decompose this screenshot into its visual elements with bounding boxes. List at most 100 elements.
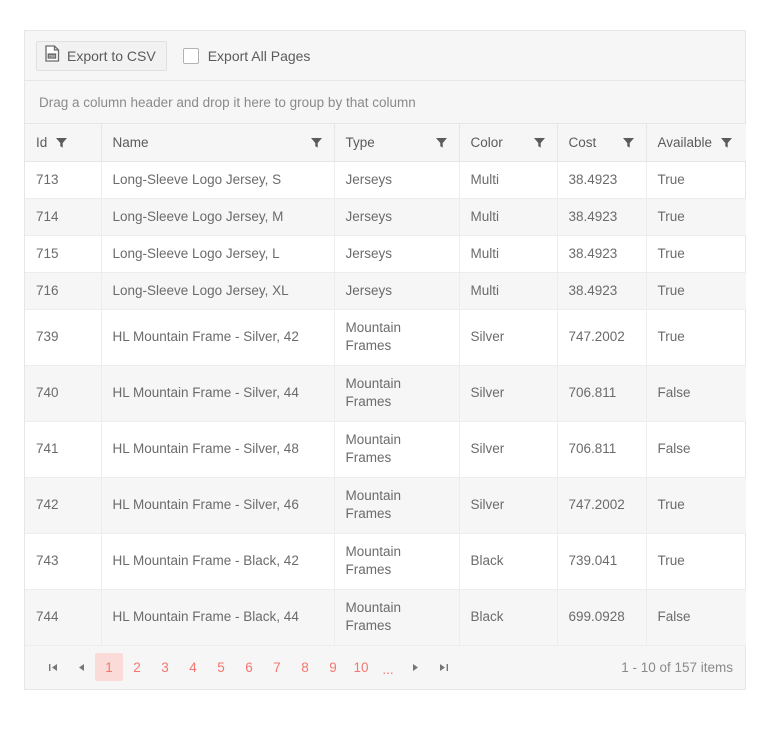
column-header-name-label: Name — [112, 134, 149, 150]
cell-name: HL Mountain Frame - Black, 44 — [101, 589, 335, 646]
grid-table: Id Name Type Color Cost Available 713 Lo… — [25, 124, 746, 646]
cell-id: 740 — [25, 365, 102, 422]
cell-available: True — [646, 235, 746, 273]
cell-name: HL Mountain Frame - Silver, 42 — [101, 309, 335, 366]
group-by-drop-panel[interactable]: Drag a column header and drop it here to… — [25, 81, 745, 124]
export-all-pages-checkbox[interactable] — [182, 47, 199, 64]
column-header-type[interactable]: Type — [334, 124, 460, 162]
cell-cost: 699.0928 — [557, 589, 647, 646]
cell-available: True — [646, 309, 746, 366]
column-header-color-label: Color — [470, 134, 503, 150]
page-button-1[interactable]: 1 — [95, 653, 123, 681]
column-header-name[interactable]: Name — [101, 124, 335, 162]
table-row[interactable]: 743 HL Mountain Frame - Black, 42 Mountain… — [25, 533, 746, 590]
cell-cost: 747.2002 — [557, 477, 647, 534]
cell-name: HL Mountain Frame - Silver, 44 — [101, 365, 335, 422]
cell-type: Jerseys — [334, 161, 460, 199]
column-header-type-label: Type — [345, 134, 375, 150]
page-button-6[interactable]: 6 — [235, 653, 263, 681]
table-row[interactable]: 714 Long-Sleeve Logo Jersey, M Jerseys Mult… — [25, 198, 746, 236]
go-to-last-page-icon[interactable] — [429, 653, 457, 681]
table-row[interactable]: 744 HL Mountain Frame - Black, 44 Mountain… — [25, 589, 746, 646]
export-to-csv-label: Export to CSV — [67, 47, 156, 64]
page-button-10[interactable]: 10 — [347, 653, 375, 681]
cell-color: Multi — [459, 272, 558, 310]
export-all-pages-text: Export All Pages — [207, 47, 311, 64]
go-to-first-page-icon[interactable] — [39, 653, 67, 681]
svg-text:csv: csv — [49, 54, 56, 59]
cell-name: Long-Sleeve Logo Jersey, S — [101, 161, 335, 199]
cell-id: 716 — [25, 272, 102, 310]
filter-icon-name[interactable] — [309, 134, 325, 150]
page-button-4[interactable]: 4 — [179, 653, 207, 681]
page-button-7[interactable]: 7 — [263, 653, 291, 681]
cell-cost: 706.811 — [557, 365, 647, 422]
table-row[interactable]: 739 HL Mountain Frame - Silver, 42 Mountai… — [25, 309, 746, 366]
cell-name: Long-Sleeve Logo Jersey, M — [101, 198, 335, 236]
table-row[interactable]: 716 Long-Sleeve Logo Jersey, XL Jerseys Mul… — [25, 272, 746, 310]
cell-type: Mountain Frames — [334, 477, 460, 534]
cell-type: Mountain Frames — [334, 365, 460, 422]
column-header-id-label: Id — [36, 134, 48, 150]
column-header-available-label: Available — [657, 134, 713, 150]
table-row[interactable]: 715 Long-Sleeve Logo Jersey, L Jerseys Mult… — [25, 235, 746, 273]
cell-id: 742 — [25, 477, 102, 534]
cell-id: 744 — [25, 589, 102, 646]
grid-header-row: Id Name Type Color Cost Available — [25, 124, 746, 162]
filter-icon-id[interactable] — [53, 134, 69, 150]
cell-color: Black — [459, 533, 558, 590]
more-pages-button[interactable]: ... — [375, 653, 401, 681]
cell-color: Silver — [459, 477, 558, 534]
table-row[interactable]: 740 HL Mountain Frame - Silver, 44 Mountai… — [25, 365, 746, 422]
cell-color: Black — [459, 589, 558, 646]
cell-available: True — [646, 161, 746, 199]
filter-icon-cost[interactable] — [621, 134, 637, 150]
page-button-3[interactable]: 3 — [151, 653, 179, 681]
cell-type: Mountain Frames — [334, 589, 460, 646]
cell-color: Multi — [459, 161, 558, 199]
column-header-color[interactable]: Color — [459, 124, 558, 162]
cell-type: Mountain Frames — [334, 309, 460, 366]
cell-color: Silver — [459, 309, 558, 366]
cell-type: Jerseys — [334, 198, 460, 236]
next-page-icon[interactable] — [401, 653, 429, 681]
cell-available: False — [646, 589, 746, 646]
cell-type: Jerseys — [334, 235, 460, 273]
cell-id: 743 — [25, 533, 102, 590]
cell-type: Mountain Frames — [334, 421, 460, 478]
cell-cost: 739.041 — [557, 533, 647, 590]
cell-cost: 38.4923 — [557, 161, 647, 199]
cell-color: Silver — [459, 421, 558, 478]
page-button-8[interactable]: 8 — [291, 653, 319, 681]
export-all-pages-checkbox-label[interactable]: Export All Pages — [182, 47, 311, 64]
previous-page-icon[interactable] — [67, 653, 95, 681]
page-button-9[interactable]: 9 — [319, 653, 347, 681]
column-header-available[interactable]: Available — [646, 124, 746, 162]
cell-id: 715 — [25, 235, 102, 273]
cell-id: 713 — [25, 161, 102, 199]
filter-icon-color[interactable] — [532, 134, 548, 150]
pager-item-range: 1 - 10 of 157 items — [621, 659, 733, 675]
page-button-2[interactable]: 2 — [123, 653, 151, 681]
table-row[interactable]: 741 HL Mountain Frame - Silver, 48 Mountai… — [25, 421, 746, 478]
filter-icon-available[interactable] — [718, 134, 734, 150]
column-header-id[interactable]: Id — [25, 124, 102, 162]
cell-id: 739 — [25, 309, 102, 366]
csv-file-icon: csv — [45, 45, 60, 66]
column-header-cost[interactable]: Cost — [557, 124, 647, 162]
cell-name: HL Mountain Frame - Silver, 48 — [101, 421, 335, 478]
page-button-5[interactable]: 5 — [207, 653, 235, 681]
cell-type: Mountain Frames — [334, 533, 460, 590]
table-row[interactable]: 713 Long-Sleeve Logo Jersey, S Jerseys Mult… — [25, 161, 746, 199]
export-to-csv-button[interactable]: csv Export to CSV — [36, 40, 167, 71]
cell-id: 741 — [25, 421, 102, 478]
cell-cost: 38.4923 — [557, 198, 647, 236]
cell-available: True — [646, 477, 746, 534]
cell-available: True — [646, 272, 746, 310]
cell-cost: 38.4923 — [557, 235, 647, 273]
cell-available: True — [646, 533, 746, 590]
table-row[interactable]: 742 HL Mountain Frame - Silver, 46 Mountai… — [25, 477, 746, 534]
filter-icon-type[interactable] — [434, 134, 450, 150]
cell-name: Long-Sleeve Logo Jersey, XL — [101, 272, 335, 310]
cell-name: HL Mountain Frame - Silver, 46 — [101, 477, 335, 534]
